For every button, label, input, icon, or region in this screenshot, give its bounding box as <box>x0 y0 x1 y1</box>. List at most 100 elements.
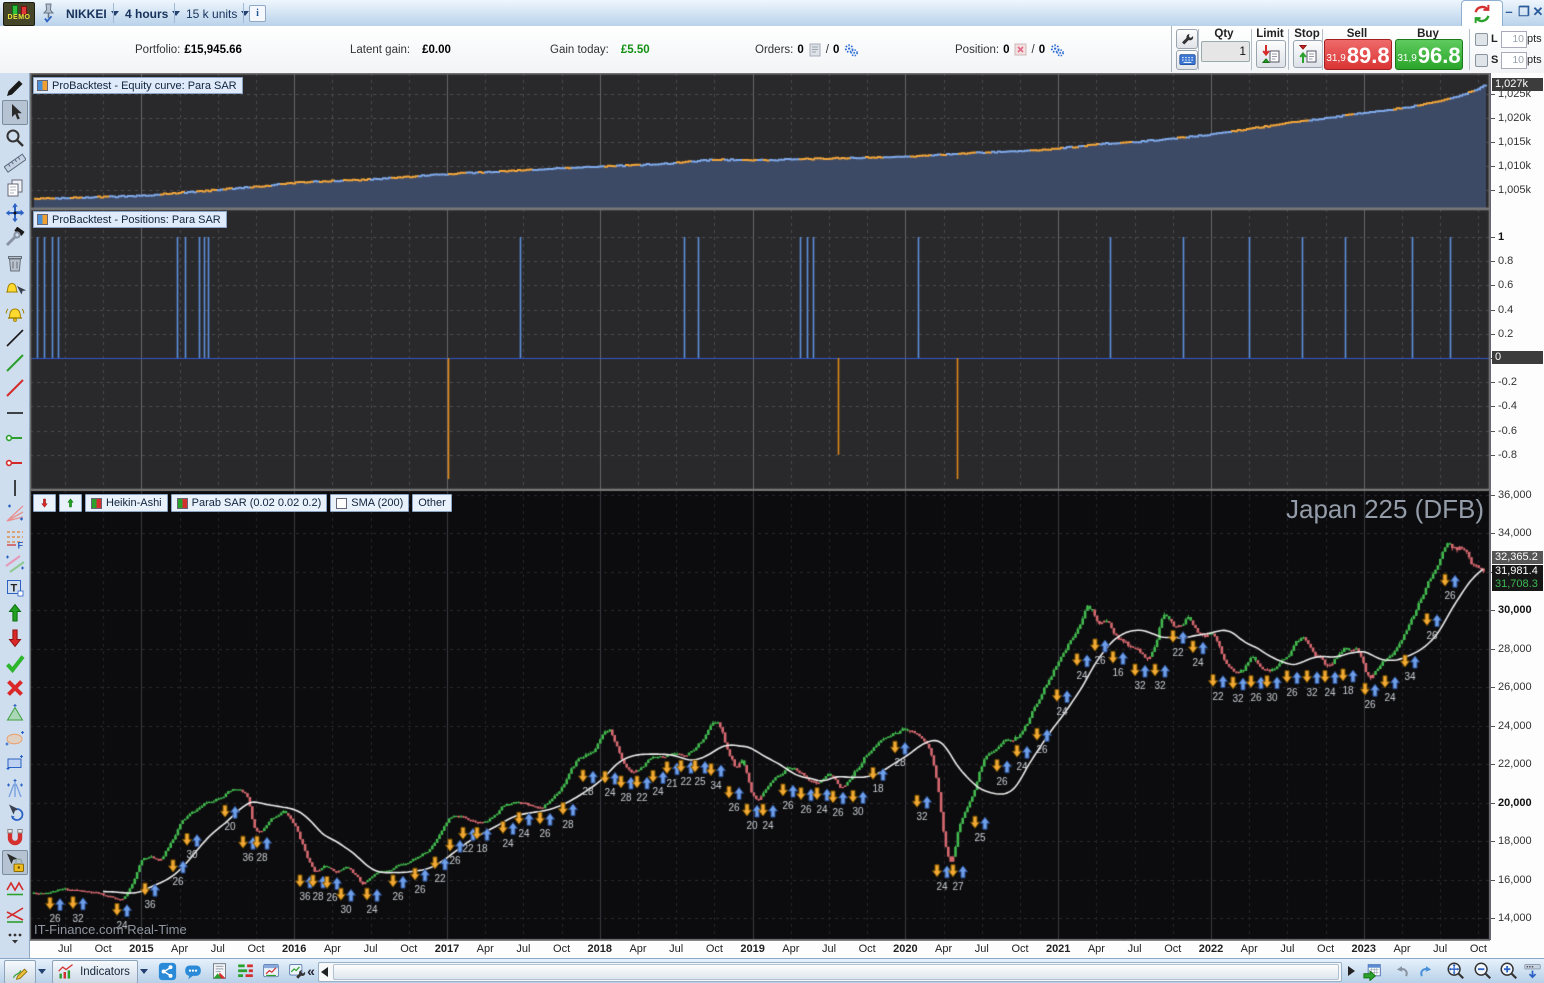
keyboard-order-button[interactable] <box>1176 50 1198 70</box>
info-button[interactable]: i <box>249 5 266 22</box>
trendline-green-tool[interactable] <box>2 350 28 375</box>
zigzag-pattern-tool[interactable] <box>2 875 28 900</box>
pencil-tool[interactable] <box>2 75 28 100</box>
alarm-tool[interactable] <box>2 300 28 325</box>
copy-tool[interactable] <box>2 175 28 200</box>
share-button[interactable] <box>156 960 178 982</box>
qty-input[interactable]: 1 <box>1201 41 1250 62</box>
zoom-tool[interactable] <box>2 125 28 150</box>
position-settings-icon[interactable] <box>1049 43 1063 57</box>
collapse-toolbar-button[interactable]: « <box>306 960 316 982</box>
limit-checkbox[interactable] <box>1475 33 1488 46</box>
legend-other[interactable]: Other <box>412 494 452 512</box>
pointer-lock-tool[interactable] <box>2 850 28 875</box>
text-tool[interactable]: T <box>2 575 28 600</box>
buy-marker-toggle[interactable] <box>59 494 82 512</box>
indicators-icon <box>56 963 76 981</box>
draw-menu-caret[interactable] <box>36 960 48 982</box>
indicators-button[interactable]: Indicators <box>52 960 138 983</box>
orders-settings-icon[interactable] <box>843 43 857 57</box>
orders-list-icon[interactable] <box>808 43 822 57</box>
move-tool[interactable] <box>2 200 28 225</box>
instrument-selector[interactable]: NIKKEI <box>59 2 126 25</box>
units-selector[interactable]: 15 k units <box>179 2 256 25</box>
dock-panel-button[interactable] <box>1522 960 1542 982</box>
stop-pts-input[interactable]: 10 <box>1501 52 1527 69</box>
magnet-tool[interactable] <box>2 825 28 850</box>
close-button[interactable]: ✕ <box>1531 4 1544 20</box>
fibonacci-fan-tool[interactable] <box>2 500 28 525</box>
news-button[interactable] <box>208 960 230 982</box>
equity-panel-tab[interactable]: ProBacktest - Equity curve: Para SAR <box>33 77 243 94</box>
price-axis[interactable]: 1,005k1,010k1,015k1,020k1,025k1,027k10.8… <box>1490 73 1544 940</box>
positions-panel-tab[interactable]: ProBacktest - Positions: Para SAR <box>33 211 227 228</box>
ellipse-tool[interactable] <box>2 725 28 750</box>
limit-order-button[interactable] <box>1256 40 1286 68</box>
triangle-tool[interactable] <box>2 700 28 725</box>
more-tools[interactable] <box>2 925 28 950</box>
settings-tool[interactable] <box>2 225 28 250</box>
rectangle-tool[interactable] <box>2 750 28 775</box>
zoom-in-button[interactable] <box>1496 960 1520 982</box>
position-field: Position: 0 / 0 <box>955 42 1063 58</box>
sync-tab[interactable] <box>1461 0 1503 27</box>
legend-parab-sar[interactable]: Parab SAR (0.02 0.02 0.2) <box>171 494 328 512</box>
stop-checkbox[interactable] <box>1475 54 1488 67</box>
trash-tool[interactable] <box>2 250 28 275</box>
positions-current-value: 0 <box>1492 351 1543 364</box>
go-to-date-button[interactable] <box>1360 960 1384 982</box>
vertical-line-tool[interactable] <box>2 475 28 500</box>
arrow-up-tool[interactable] <box>2 600 28 625</box>
wedge-pattern-tool[interactable] <box>2 900 28 925</box>
scroll-left-icon[interactable] <box>321 967 328 977</box>
trendline-tool[interactable] <box>2 325 28 350</box>
zoom-out-button[interactable] <box>1470 960 1494 982</box>
indicators-caret[interactable] <box>138 960 150 982</box>
pointer-rotate-tool[interactable] <box>2 800 28 825</box>
time-axis[interactable]: JulOct2015AprJulOct2016AprJulOct2017AprJ… <box>30 940 1490 959</box>
fibonacci-retracement-tool[interactable]: F <box>2 525 28 550</box>
trendline-green-tool-icon <box>4 352 26 374</box>
channel-tool[interactable] <box>2 550 28 575</box>
cross-mark-tool[interactable] <box>2 675 28 700</box>
redo-button[interactable] <box>1415 960 1437 982</box>
check-mark-tool[interactable] <box>2 650 28 675</box>
price-axis-label: 16,000 <box>1498 874 1532 886</box>
buy-button[interactable]: 31,9 96.8 <box>1395 39 1463 70</box>
sell-button[interactable]: 31,9 89.8 <box>1324 39 1392 70</box>
order-book-button[interactable] <box>234 960 256 982</box>
chart-settings-button[interactable] <box>286 960 308 982</box>
ruler-tool[interactable] <box>2 150 28 175</box>
chart-scrollbar[interactable] <box>318 962 1342 982</box>
legend-sma[interactable]: SMA (200) <box>330 494 409 512</box>
horizontal-segment-red-tool[interactable] <box>2 450 28 475</box>
undo-button[interactable] <box>1390 960 1412 982</box>
positions-chart[interactable] <box>30 209 1490 490</box>
arrow-down-tool[interactable] <box>2 625 28 650</box>
zoom-drag-button[interactable] <box>1443 960 1467 982</box>
pin-icon[interactable] <box>40 3 57 28</box>
scrollbar-thumb[interactable] <box>333 964 1339 980</box>
cursor-tool[interactable] <box>2 100 28 125</box>
chevron-down-icon <box>140 969 148 974</box>
horizontal-line-tool[interactable] <box>2 400 28 425</box>
new-chart-button[interactable] <box>260 960 282 982</box>
timeframe-selector[interactable]: 4 hours <box>118 2 187 25</box>
stop-order-button[interactable] <box>1293 40 1323 68</box>
alert-pointer-tool[interactable] <box>2 275 28 300</box>
position-close-icon[interactable] <box>1014 43 1028 57</box>
minimize-button[interactable]: – <box>1502 4 1516 20</box>
limit-pts-input[interactable]: 10 <box>1501 31 1527 48</box>
trendline-red-tool[interactable] <box>2 375 28 400</box>
scroll-right-button[interactable] <box>1344 960 1358 982</box>
horizontal-segment-green-tool[interactable] <box>2 425 28 450</box>
order-settings-button[interactable] <box>1176 29 1198 49</box>
price-chart[interactable] <box>30 490 1490 940</box>
chat-button[interactable] <box>182 960 204 982</box>
draw-menu-button[interactable] <box>4 960 36 983</box>
pitchfork-tool[interactable] <box>2 775 28 800</box>
maximize-button[interactable]: ❐ <box>1517 4 1531 20</box>
sell-marker-toggle[interactable] <box>33 494 56 512</box>
equity-curve-chart[interactable] <box>30 73 1490 209</box>
legend-heikin-ashi[interactable]: Heikin-Ashi <box>85 494 168 512</box>
